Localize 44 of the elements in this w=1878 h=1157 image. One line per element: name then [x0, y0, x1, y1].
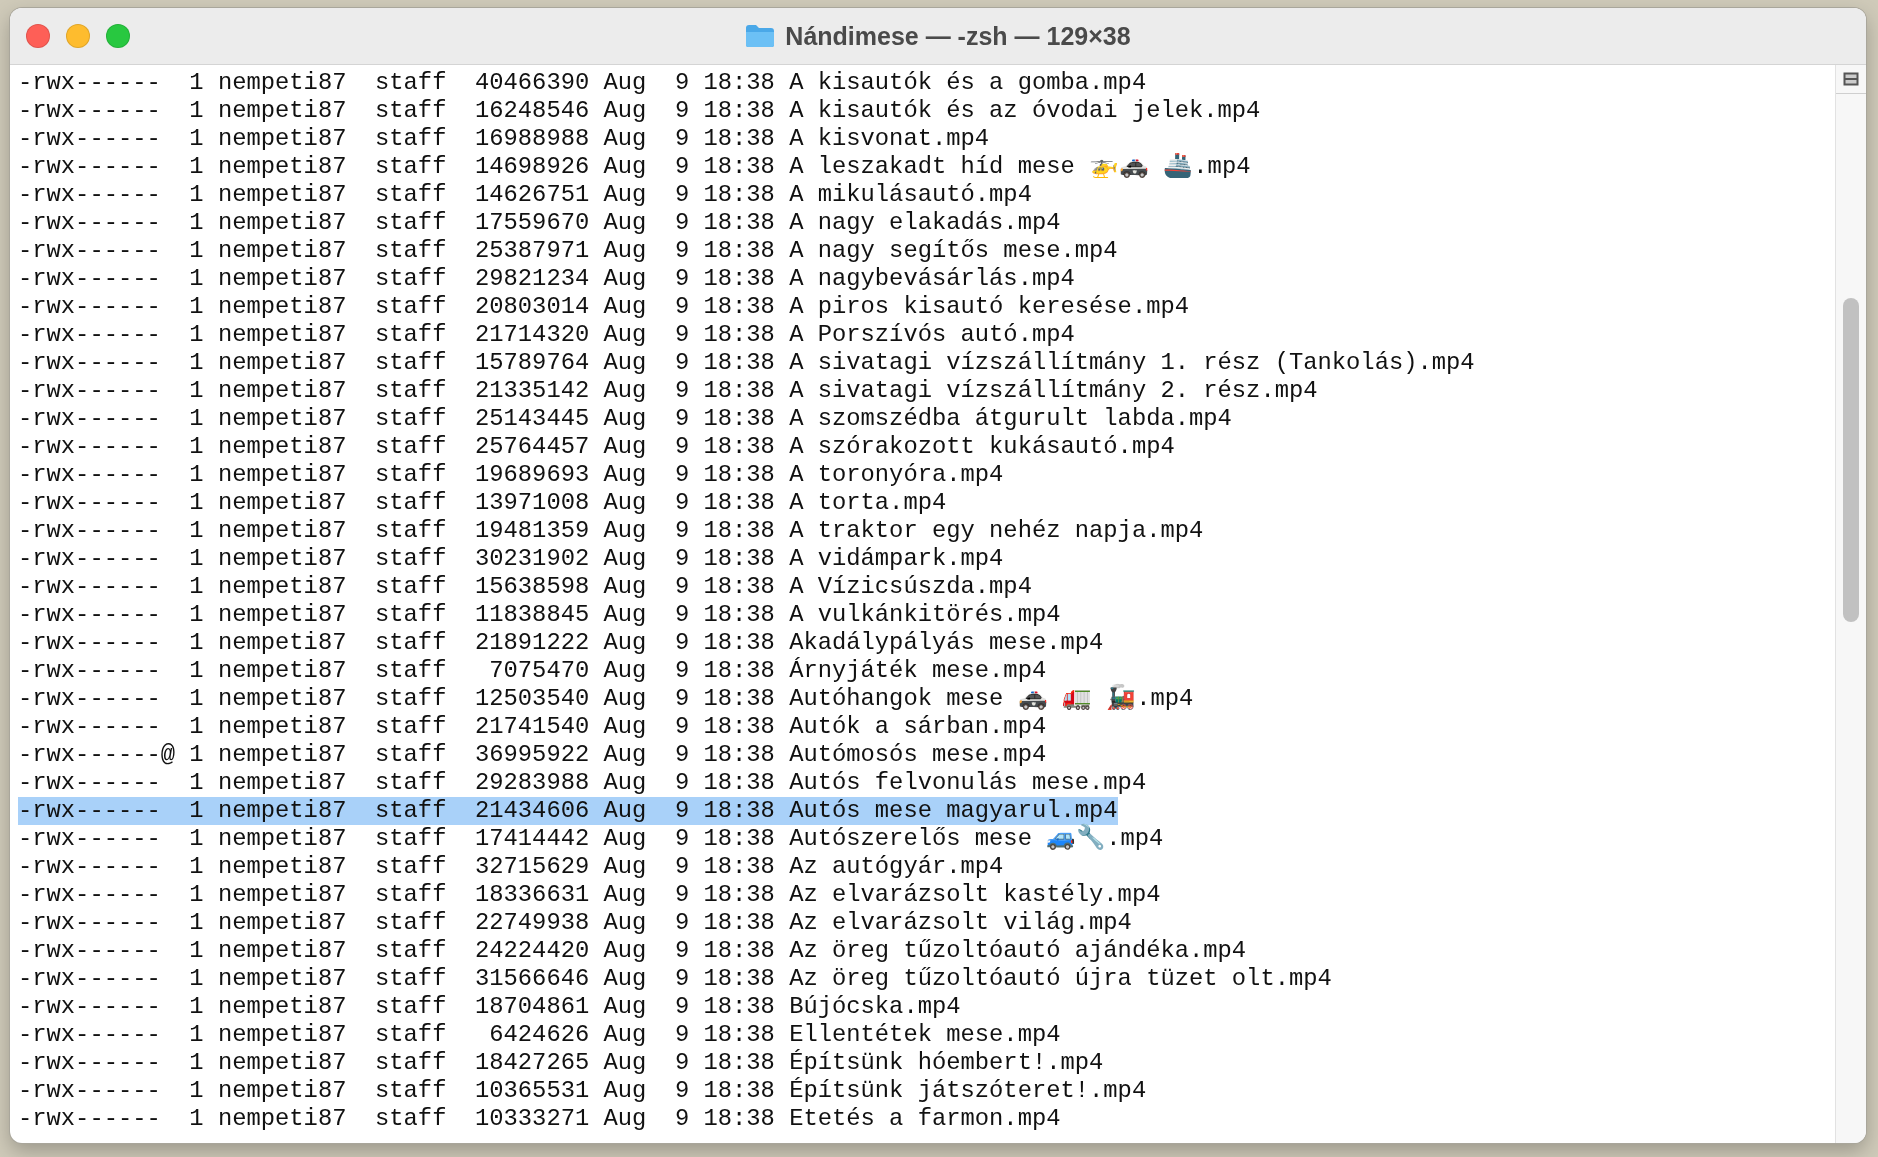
- folder-icon: [745, 24, 776, 48]
- terminal-line: -rwx------ 1 nempeti87 staff 12503540 Aug 9 18:38 Autóhangok mese 🚓 🚛 🚂.mp4: [18, 685, 1194, 713]
- terminal-line: -rwx------ 1 nempeti87 staff 17414442 Aug 9 18:38 Autószerelős mese 🚙🔧.mp4: [18, 825, 1164, 853]
- terminal-line: -rwx------ 1 nempeti87 staff 19481359 Aug 9 18:38 A traktor egy nehéz napja.mp4: [18, 517, 1204, 545]
- terminal-line: -rwx------ 1 nempeti87 staff 17559670 Aug 9 18:38 A nagy elakadás.mp4: [18, 209, 1061, 237]
- terminal-line: -rwx------ 1 nempeti87 staff 16988988 Aug 9 18:38 A kisvonat.mp4: [18, 125, 990, 153]
- terminal-line: -rwx------ 1 nempeti87 staff 14626751 Aug 9 18:38 A mikulásautó.mp4: [18, 181, 1032, 209]
- terminal-line: -rwx------ 1 nempeti87 staff 31566646 Aug 9 18:38 Az öreg tűzoltóautó újra tüzet olt.mp4: [18, 965, 1332, 993]
- minimize-button[interactable]: [66, 24, 90, 48]
- terminal-line: -rwx------ 1 nempeti87 staff 10333271 Aug 9 18:38 Etetés a farmon.mp4: [18, 1105, 1061, 1133]
- terminal-line: -rwx------ 1 nempeti87 staff 18704861 Aug 9 18:38 Bújócska.mp4: [18, 993, 961, 1021]
- terminal-line: -rwx------ 1 nempeti87 staff 22749938 Aug 9 18:38 Az elvarázsolt világ.mp4: [18, 909, 1132, 937]
- terminal-line: -rwx------ 1 nempeti87 staff 6424626 Aug 9 18:38 Ellentétek mese.mp4: [18, 1021, 1061, 1049]
- close-button[interactable]: [26, 24, 50, 48]
- terminal-line: -rwx------ 1 nempeti87 staff 15789764 Aug 9 18:38 A sivatagi vízszállítmány 1. rész (Tankolás).mp4: [18, 349, 1475, 377]
- terminal-line: -rwx------ 1 nempeti87 staff 16248546 Aug 9 18:38 A kisautók és az óvodai jelek.mp4: [18, 97, 1261, 125]
- terminal-line: -rwx------ 1 nempeti87 staff 21741540 Aug 9 18:38 Autók a sárban.mp4: [18, 713, 1047, 741]
- terminal-line: -rwx------ 1 nempeti87 staff 13971008 Aug 9 18:38 A torta.mp4: [18, 489, 947, 517]
- terminal-line: -rwx------@ 1 nempeti87 staff 36995922 Aug 9 18:38 Autómosós mese.mp4: [18, 741, 1047, 769]
- terminal-line: -rwx------ 1 nempeti87 staff 7075470 Aug 9 18:38 Árnyjáték mese.mp4: [18, 657, 1047, 685]
- terminal-line: -rwx------ 1 nempeti87 staff 14698926 Aug 9 18:38 A leszakadt híd mese 🚁🚓 🚢.mp4: [18, 153, 1251, 181]
- terminal-line: -rwx------ 1 nempeti87 staff 11838845 Aug 9 18:38 A vulkánkitörés.mp4: [18, 601, 1061, 629]
- terminal-line: -rwx------ 1 nempeti87 staff 24224420 Aug 9 18:38 Az öreg tűzoltóautó ajándéka.mp4: [18, 937, 1247, 965]
- terminal-line: -rwx------ 1 nempeti87 staff 10365531 Aug 9 18:38 Építsünk játszóteret!.mp4: [18, 1077, 1147, 1105]
- terminal-line: -rwx------ 1 nempeti87 staff 32715629 Aug 9 18:38 Az autógyár.mp4: [18, 853, 1004, 881]
- terminal-line: -rwx------ 1 nempeti87 staff 20803014 Aug 9 18:38 A piros kisautó keresése.mp4: [18, 293, 1189, 321]
- terminal-line: -rwx------ 1 nempeti87 staff 18427265 Aug 9 18:38 Építsünk hóembert!.mp4: [18, 1049, 1104, 1077]
- terminal-line: -rwx------ 1 nempeti87 staff 21891222 Aug 9 18:38 Akadálypályás mese.mp4: [18, 629, 1104, 657]
- terminal-line: -rwx------ 1 nempeti87 staff 25387971 Aug 9 18:38 A nagy segítős mese.mp4: [18, 237, 1118, 265]
- split-pane-icon: [1843, 72, 1859, 86]
- terminal-line: -rwx------ 1 nempeti87 staff 25143445 Aug 9 18:38 A szomszédba átgurult labda.mp4: [18, 405, 1232, 433]
- terminal-line: -rwx------ 1 nempeti87 staff 18336631 Aug 9 18:38 Az elvarázsolt kastély.mp4: [18, 881, 1161, 909]
- scrollbar-thumb[interactable]: [1843, 298, 1859, 622]
- terminal-line: -rwx------ 1 nempeti87 staff 29283988 Aug 9 18:38 Autós felvonulás mese.mp4: [18, 769, 1147, 797]
- window-title: Nándimese — -zsh — 129×38: [785, 21, 1131, 51]
- terminal-line: -rwx------ 1 nempeti87 staff 19689693 Aug 9 18:38 A toronyóra.mp4: [18, 461, 1004, 489]
- terminal-line: -rwx------ 1 nempeti87 staff 25764457 Aug 9 18:38 A szórakozott kukásautó.mp4: [18, 433, 1175, 461]
- terminal-line: -rwx------ 1 nempeti87 staff 40466390 Aug 9 18:38 A kisautók és a gomba.mp4: [18, 69, 1147, 97]
- zoom-button[interactable]: [106, 24, 130, 48]
- terminal-line: -rwx------ 1 nempeti87 staff 29821234 Aug 9 18:38 A nagybevásárlás.mp4: [18, 265, 1075, 293]
- terminal-line: -rwx------ 1 nempeti87 staff 15638598 Aug 9 18:38 A Vízicsúszda.mp4: [18, 573, 1032, 601]
- terminal-line: -rwx------ 1 nempeti87 staff 21714320 Aug 9 18:38 A Porszívós autó.mp4: [18, 321, 1075, 349]
- terminal-line: -rwx------ 1 nempeti87 staff 21335142 Aug 9 18:38 A sivatagi vízszállítmány 2. rész.mp4: [18, 377, 1318, 405]
- terminal-line: -rwx------ 1 nempeti87 staff 30231902 Aug 9 18:38 A vidámpark.mp4: [18, 545, 1004, 573]
